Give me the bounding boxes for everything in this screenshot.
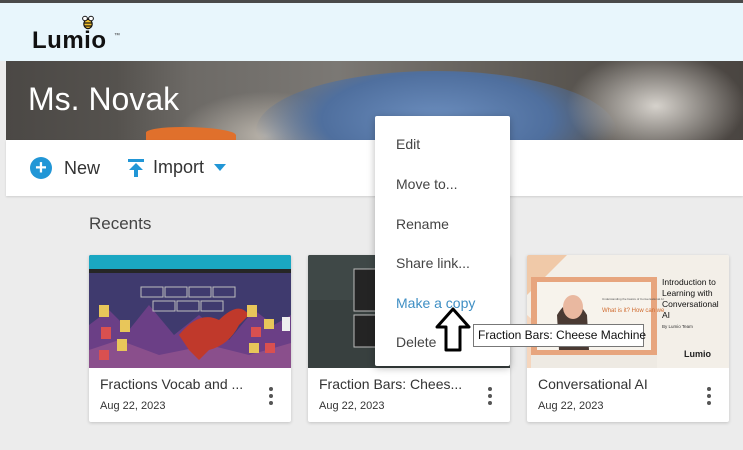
thumb-inner-small: Understanding the basics of Conversation… [602, 297, 664, 301]
file-card[interactable]: Fractions Vocab and ... Aug 22, 2023 [89, 255, 291, 422]
thumb-heading-line: Introduction to [662, 277, 716, 287]
card-date: Aug 22, 2023 [100, 400, 166, 412]
page-title: Ms. Novak [28, 81, 180, 117]
trademark-mark: ™ [114, 33, 120, 39]
thumb-logo: Lumio [684, 349, 711, 359]
card-title[interactable]: Fraction Bars: Chees... [319, 376, 479, 392]
more-vertical-icon[interactable] [486, 385, 494, 407]
logo-wordmark: Lumio [32, 27, 107, 54]
import-button[interactable]: Import [127, 157, 227, 178]
card-date: Aug 22, 2023 [538, 400, 604, 412]
import-button-label: Import [153, 157, 205, 177]
card-title[interactable]: Fractions Vocab and ... [100, 376, 260, 392]
chevron-down-icon[interactable] [214, 164, 227, 171]
recents-heading: Recents [89, 214, 152, 233]
banner-photo-shape [146, 127, 236, 140]
thumb-inner-question: What is it? How can we [602, 308, 665, 314]
more-vertical-icon[interactable] [705, 385, 713, 407]
menu-item-move-to[interactable]: Move to... [396, 176, 457, 192]
dragon-scene-thumbnail [89, 255, 291, 368]
menu-item-edit[interactable]: Edit [396, 136, 420, 152]
new-button-label: New [64, 157, 101, 178]
menu-item-share-link[interactable]: Share link... [396, 255, 470, 271]
top-bar: Lumio ™ [0, 0, 743, 61]
upload-icon [128, 158, 144, 177]
new-button[interactable]: + New [30, 157, 100, 179]
card-thumbnail[interactable] [89, 255, 291, 368]
thumb-heading-line: Conversational [662, 299, 719, 309]
more-vertical-icon[interactable] [267, 385, 275, 407]
conversational-ai-thumbnail: Introduction to Learning with Conversati… [527, 255, 729, 368]
plus-circle-icon: + [30, 157, 52, 179]
card-date: Aug 22, 2023 [319, 400, 385, 412]
thumb-byline: By Lumio Team [662, 324, 693, 329]
tooltip: Fraction Bars: Cheese Machine [473, 324, 646, 347]
thumb-heading-line: Learning with [662, 288, 713, 298]
menu-item-rename[interactable]: Rename [396, 216, 449, 232]
lumio-logo[interactable]: Lumio ™ [32, 15, 132, 55]
card-thumbnail[interactable]: Introduction to Learning with Conversati… [527, 255, 729, 368]
menu-item-delete[interactable]: Delete [396, 334, 436, 350]
arrow-up-cursor-icon [435, 307, 471, 352]
banner-photo-shape [566, 61, 743, 140]
card-title[interactable]: Conversational AI [538, 376, 698, 392]
